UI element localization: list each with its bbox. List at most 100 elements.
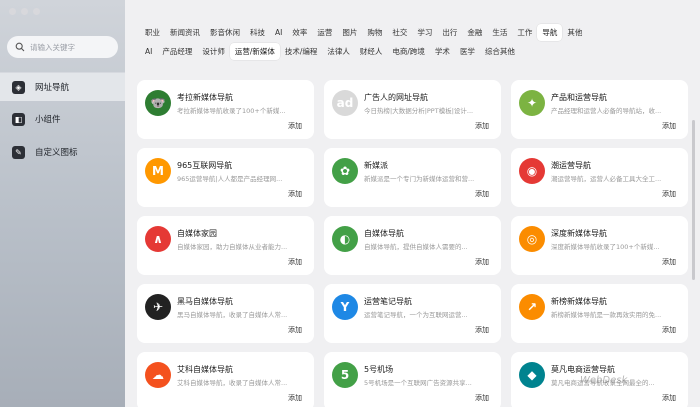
category-tab[interactable]: AI <box>270 25 287 40</box>
ad-logo-icon: ad <box>332 90 358 116</box>
category-tab[interactable]: 社交 <box>387 24 412 41</box>
subcategory-tab[interactable]: 学术 <box>430 43 455 60</box>
add-button[interactable]: 添加 <box>658 323 680 337</box>
add-button[interactable]: 添加 <box>658 119 680 133</box>
subcategory-tab[interactable]: 综合其他 <box>480 43 520 60</box>
category-tabs-primary: 职业 新闻资讯 影音休闲 科技 AI 效率 运营 图片 购物 社交 学习 出行 金融 生活 工作 导航 其他 <box>140 24 587 41</box>
sidebar-item-custom-icons[interactable]: ✎ 自定义图标 <box>0 138 125 166</box>
koala-icon: 🐨 <box>145 90 171 116</box>
site-card[interactable]: ◉ 潮运营导航潮运营导航，运营人必备工具大全工... 添加 <box>511 148 688 207</box>
add-button[interactable]: 添加 <box>471 323 493 337</box>
site-card-title: 新媒派 <box>364 161 388 170</box>
category-tab[interactable]: 出行 <box>437 24 462 41</box>
category-tab[interactable]: 效率 <box>287 24 312 41</box>
site-card[interactable]: 🐨 考拉新媒体导航考拉新媒体导航收录了100+个新媒... 添加 <box>137 80 314 139</box>
site-card-title: 深度新媒体导航 <box>551 229 607 238</box>
subcategory-tab[interactable]: 电商/跨境 <box>387 43 430 60</box>
category-tab[interactable]: 其他 <box>562 24 587 41</box>
add-button[interactable]: 添加 <box>471 119 493 133</box>
subcategory-tab[interactable]: 医学 <box>455 43 480 60</box>
site-card[interactable]: M 965互联网导航 965运营导航|人人都是产品经理网... 添加 <box>137 148 314 207</box>
add-button[interactable]: 添加 <box>284 187 306 201</box>
site-card-description: 深度新媒体导航收录了100+个新媒... <box>551 243 660 251</box>
site-card[interactable]: ✦ 产品和运营导航 产品经理和运营人必备的导航站，收... 添加 <box>511 80 688 139</box>
search-input[interactable]: 请输入关键字 <box>7 36 118 58</box>
subcategory-tab[interactable]: 产品经理 <box>157 43 197 60</box>
category-tab[interactable]: 导航 <box>537 24 563 41</box>
site-card[interactable]: ↗ 新榜新媒体导航 新榜新媒体导航是一款再效实用的免... 添加 <box>511 284 688 343</box>
chart-logo-icon: ∧ <box>145 226 171 252</box>
swirl-icon: ◉ <box>519 158 545 184</box>
sidebar-item-nav[interactable]: ◈ 网址导航 <box>0 73 125 101</box>
site-card-description: 产品经理和运营人必备的导航站，收... <box>551 107 662 115</box>
subcategory-tab[interactable]: AI <box>140 44 157 59</box>
site-card[interactable]: 5 5号机场 5号机场是一个互联网广告资源共享... 添加 <box>324 352 501 407</box>
sidebar-item-widgets[interactable]: ◧ 小组件 <box>0 105 125 133</box>
category-tab[interactable]: 金融 <box>462 24 487 41</box>
m-logo-icon: M <box>145 158 171 184</box>
site-card[interactable]: ✈ 黑马自媒体导航 黑马自媒体导航，收录了自媒体人常... 添加 <box>137 284 314 343</box>
maximize-window-button[interactable] <box>33 8 40 15</box>
site-card[interactable]: ☁ 艾科自媒体导航 艾科自媒体导航，收录了自媒体人常... 添加 <box>137 352 314 407</box>
subcategory-tab[interactable]: 财经人 <box>355 43 388 60</box>
sidebar-item-label: 小组件 <box>35 115 61 125</box>
sidebar-item-label: 网址导航 <box>35 83 70 93</box>
site-card[interactable]: Y 运营笔记导航 运营笔记导航，一个为互联网运营... 添加 <box>324 284 501 343</box>
add-button[interactable]: 添加 <box>658 187 680 201</box>
site-card[interactable]: ✿ 新媒派 新媒派是一个专门为新媒体运营和营... 添加 <box>324 148 501 207</box>
category-tab[interactable]: 影音休闲 <box>205 24 245 41</box>
site-card-title: 965互联网导航 <box>177 161 233 170</box>
site-card-title: 5号机场 <box>364 365 394 374</box>
target-icon: ◎ <box>519 226 545 252</box>
cube-icon: ◧ <box>12 112 25 126</box>
site-card-description: 自媒体导航，提供自媒体人需要的... <box>364 243 468 251</box>
add-button[interactable]: 添加 <box>284 255 306 269</box>
subcategory-tab[interactable]: 设计师 <box>197 43 230 60</box>
close-window-button[interactable] <box>9 8 16 15</box>
site-card-title: 黑马自媒体导航 <box>177 297 233 306</box>
add-button[interactable]: 添加 <box>471 255 493 269</box>
site-card-description: 965运营导航|人人都是产品经理网... <box>177 175 283 183</box>
add-button[interactable]: 添加 <box>284 323 306 337</box>
category-tab[interactable]: 职业 <box>140 24 165 41</box>
window-controls <box>9 8 40 15</box>
minimize-window-button[interactable] <box>21 8 28 15</box>
site-card[interactable]: ◎ 深度新媒体导航深度新媒体导航收录了100+个新媒... 添加 <box>511 216 688 275</box>
search-placeholder: 请输入关键字 <box>30 42 75 52</box>
deer-icon: ✿ <box>332 158 358 184</box>
watermark: WebDesk <box>580 375 628 386</box>
category-tab[interactable]: 工作 <box>512 24 537 41</box>
cloud-icon: ☁ <box>145 362 171 388</box>
site-card-title: 潮运营导航 <box>551 161 591 170</box>
site-card-title: 运营笔记导航 <box>364 297 412 306</box>
scrollbar[interactable] <box>692 120 695 280</box>
subcategory-tab[interactable]: 技术/编程 <box>280 43 323 60</box>
site-card[interactable]: ad 广告人的网址导航 今日热榜|大数据分析|PPT模板|设计... 添加 <box>324 80 501 139</box>
y-logo-icon: Y <box>332 294 358 320</box>
site-card[interactable]: ◐ 自媒体导航 自媒体导航，提供自媒体人需要的... 添加 <box>324 216 501 275</box>
site-card-description: 考拉新媒体导航收录了100+个新媒... <box>177 107 286 115</box>
edit-icon: ✎ <box>12 145 25 159</box>
add-button[interactable]: 添加 <box>284 391 306 405</box>
add-button[interactable]: 添加 <box>471 187 493 201</box>
category-tab[interactable]: 购物 <box>362 24 387 41</box>
site-card-description: 潮运营导航，运营人必备工具大全工... <box>551 175 662 183</box>
site-card-title: 考拉新媒体导航 <box>177 93 233 102</box>
newrank-icon: ↗ <box>519 294 545 320</box>
category-tab[interactable]: 图片 <box>337 24 362 41</box>
add-button[interactable]: 添加 <box>658 391 680 405</box>
category-tab[interactable]: 学习 <box>412 24 437 41</box>
subcategory-tab[interactable]: 法律人 <box>322 43 355 60</box>
site-card-description: 黑马自媒体导航，收录了自媒体人常... <box>177 311 288 319</box>
compass-icon: ◈ <box>12 80 25 94</box>
add-button[interactable]: 添加 <box>471 391 493 405</box>
category-tab[interactable]: 运营 <box>312 24 337 41</box>
site-card[interactable]: ∧ 自媒体家园 自媒体家园，助力自媒体从业者能力... 添加 <box>137 216 314 275</box>
category-tab[interactable]: 新闻资讯 <box>165 24 205 41</box>
add-button[interactable]: 添加 <box>658 255 680 269</box>
category-tab[interactable]: 科技 <box>245 24 270 41</box>
subcategory-tab[interactable]: 运营/新媒体 <box>229 43 280 60</box>
site-card-title: 艾科自媒体导航 <box>177 365 233 374</box>
category-tab[interactable]: 生活 <box>487 24 512 41</box>
add-button[interactable]: 添加 <box>284 119 306 133</box>
